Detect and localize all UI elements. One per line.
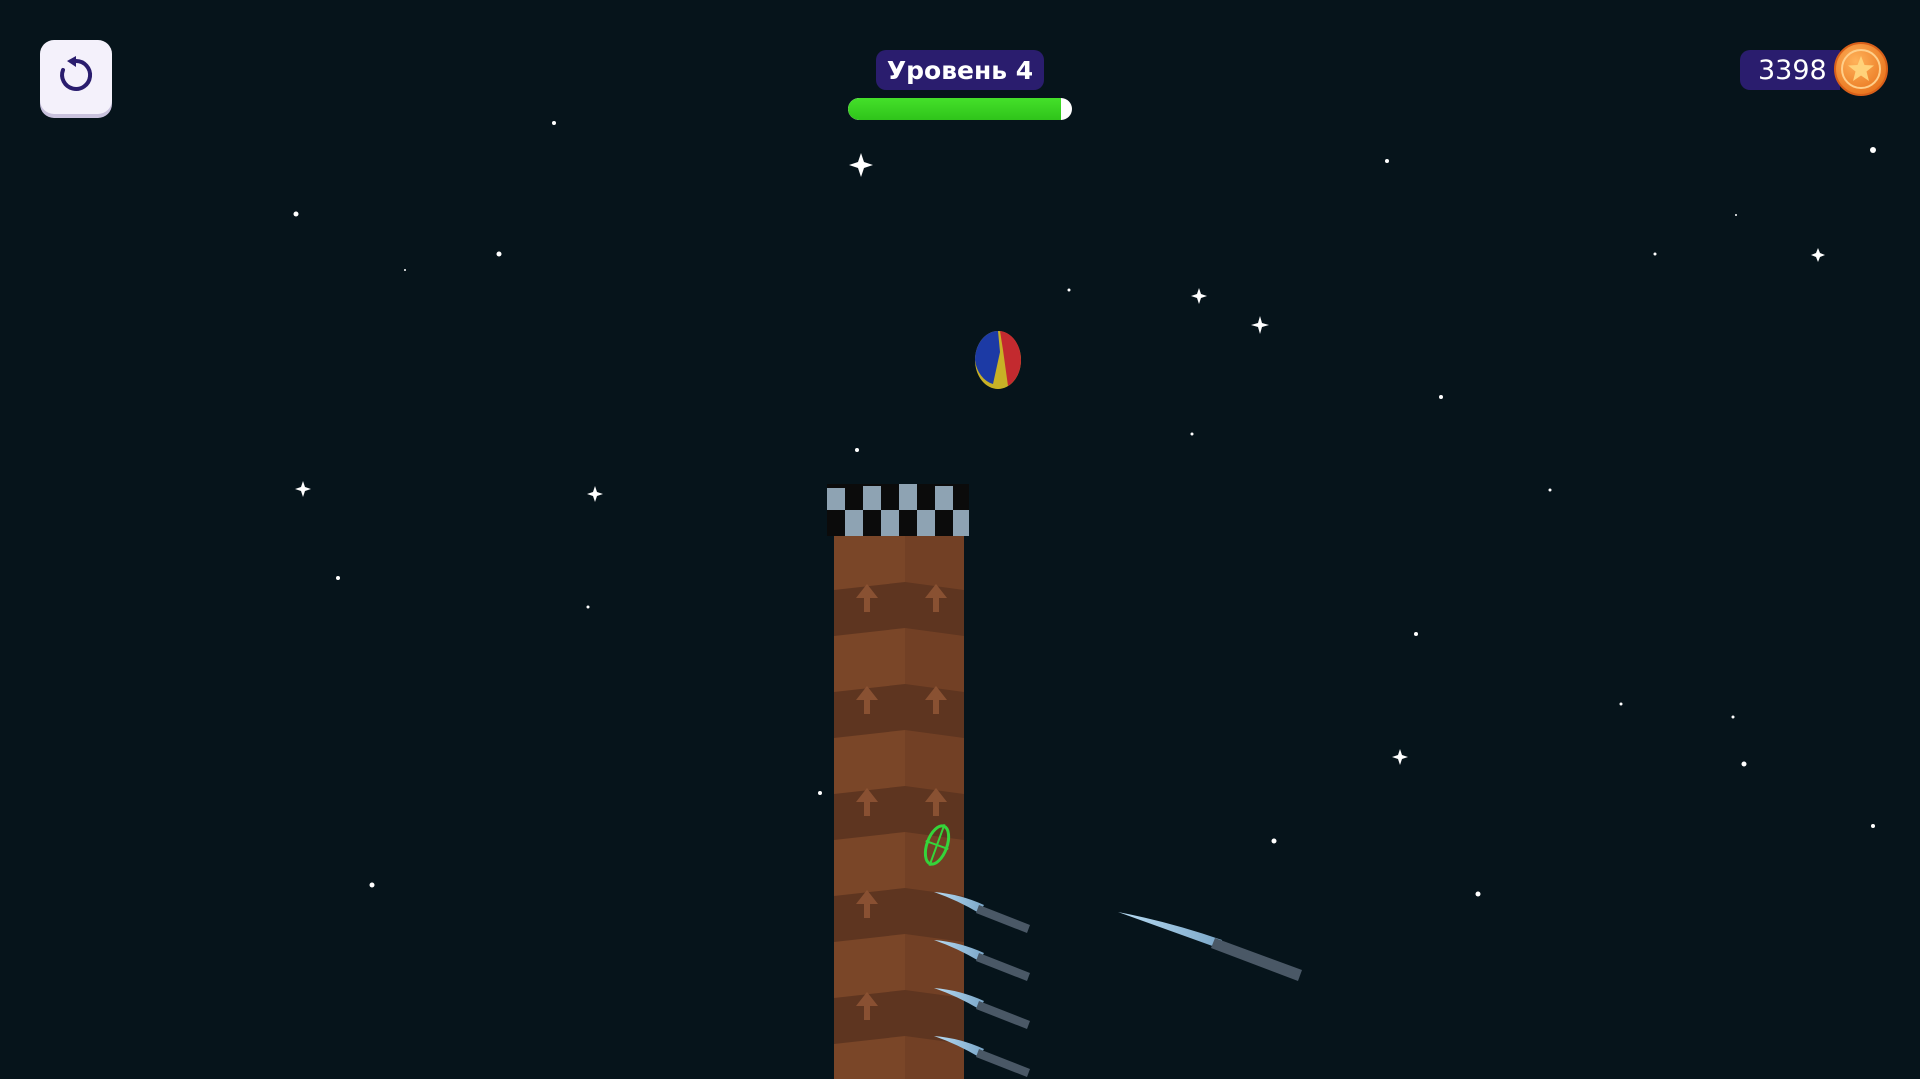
restart-button[interactable] <box>40 40 112 114</box>
knives <box>934 892 1302 1077</box>
stars <box>293 121 1876 897</box>
star-coin-icon <box>1834 42 1888 96</box>
level-label: Уровень 4 <box>876 50 1044 90</box>
player-ball <box>975 331 1022 389</box>
flying-knife <box>1118 912 1302 981</box>
level-progress-fill <box>848 98 1061 120</box>
restart-icon <box>56 55 96 99</box>
level-progress-bar <box>848 98 1072 120</box>
coin-counter: 3398 <box>1740 50 1840 90</box>
finish-flag <box>827 484 969 536</box>
game-scene <box>0 121 1920 1080</box>
